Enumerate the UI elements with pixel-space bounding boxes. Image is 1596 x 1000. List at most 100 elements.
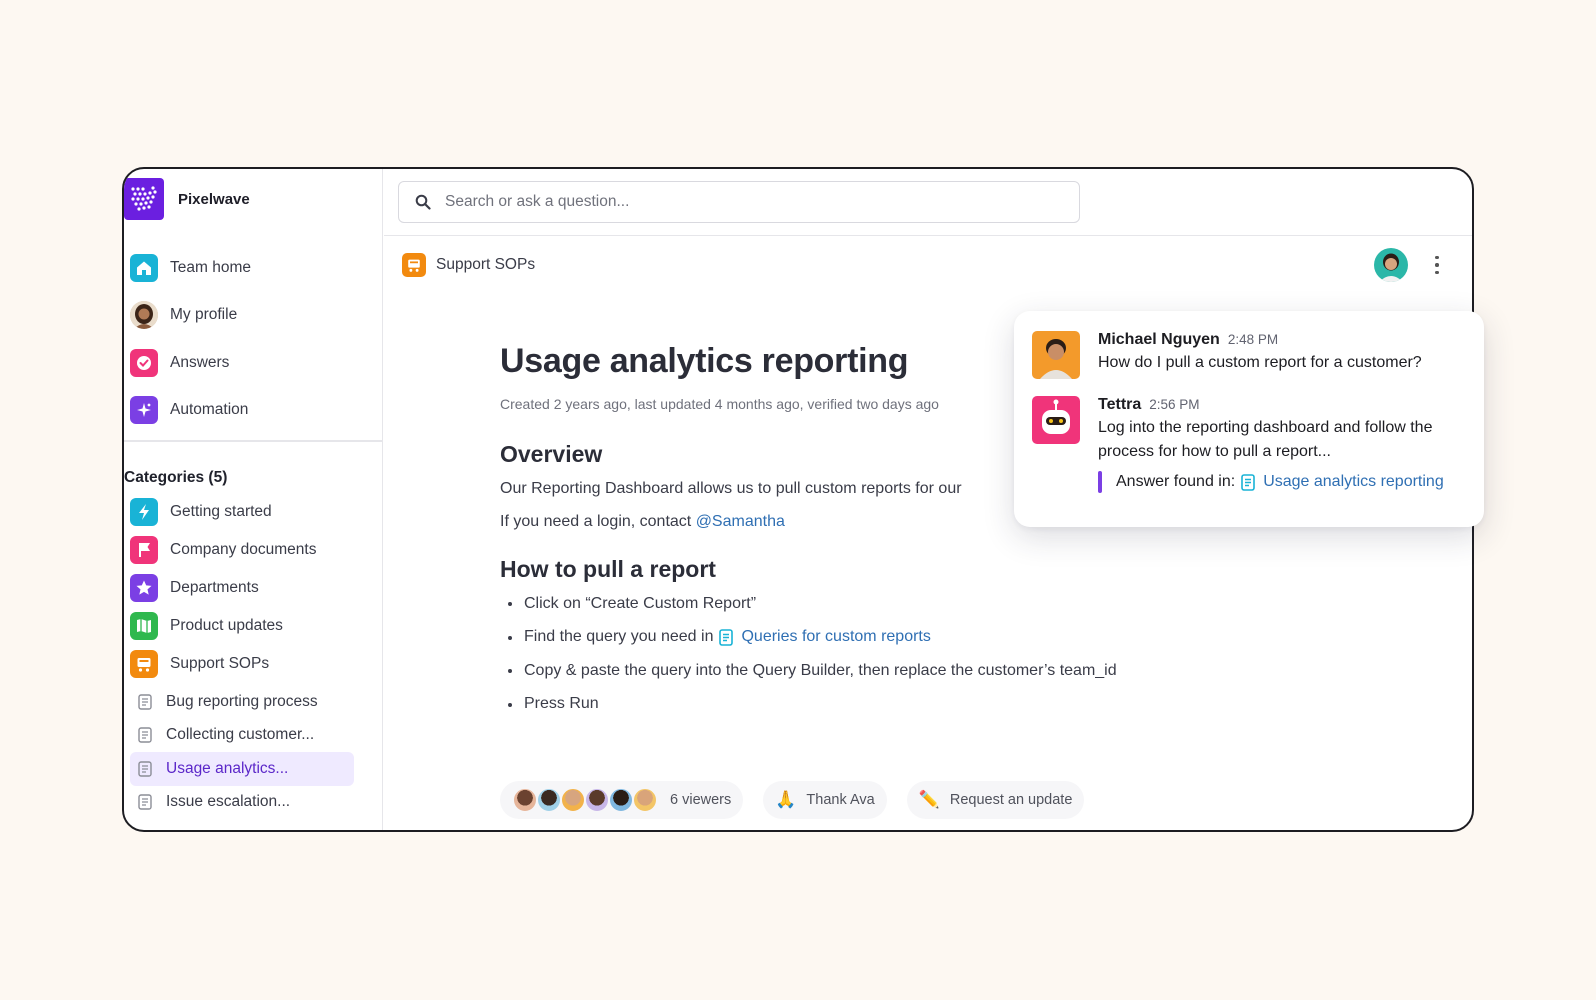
document-icon	[138, 694, 152, 710]
star-icon	[130, 574, 158, 602]
step-text: Click on “Create Custom Report”	[524, 594, 757, 612]
nav-item-automation[interactable]: Automation	[130, 387, 370, 435]
chat-check-icon	[130, 348, 158, 377]
nav-label: My profile	[170, 306, 238, 324]
login-paragraph: If you need a login, contact @Samantha	[500, 513, 785, 531]
doc-label: Bug reporting process	[166, 692, 318, 710]
avatar	[632, 787, 658, 813]
pray-icon: 🙏	[775, 790, 797, 809]
step-text: Copy & paste the query into the Query Bu…	[524, 661, 1117, 679]
avatar	[608, 787, 634, 813]
map-icon	[130, 612, 158, 640]
chat-popup: Michael Nguyen 2:48 PM How do I pull a c…	[1014, 311, 1484, 527]
howto-heading: How to pull a report	[500, 556, 716, 582]
sidebar: Pixelwave Team home My profile Answers A…	[124, 169, 383, 830]
timestamp: 2:56 PM	[1149, 397, 1200, 412]
category-label: Departments	[170, 579, 259, 596]
answer-bar	[1098, 471, 1102, 493]
nav-item-my-profile[interactable]: My profile	[130, 292, 370, 340]
document-icon	[138, 794, 152, 810]
doc-label: Usage analytics...	[166, 759, 289, 777]
nav-label: Answers	[170, 353, 230, 371]
mention-samantha[interactable]: @Samantha	[696, 513, 785, 530]
overview-heading: Overview	[500, 441, 603, 467]
message-text: Log into the reporting dashboard and fol…	[1098, 419, 1433, 460]
viewers-button[interactable]: 6 viewers	[500, 781, 744, 819]
document-icon	[1241, 473, 1255, 491]
sender-name: Tettra	[1098, 396, 1142, 413]
steps-list: Click on “Create Custom Report” Find the…	[508, 587, 1117, 721]
list-item: Press Run	[508, 688, 1117, 722]
step-text: Find the query you need in	[524, 628, 714, 646]
doc-list: Bug reporting process Collecting custome…	[130, 685, 354, 819]
answer-source: Answer found in: Usage analytics reporti…	[1098, 471, 1458, 493]
category-company-documents[interactable]: Company documents	[130, 531, 370, 569]
avatar	[536, 787, 562, 813]
doc-item-bug-reporting[interactable]: Bug reporting process	[130, 685, 354, 719]
search-icon	[415, 194, 431, 210]
search-bar[interactable]	[398, 181, 1080, 223]
nav-label: Team home	[170, 258, 251, 276]
login-text: If you need a login, contact	[500, 513, 696, 530]
cart-icon	[130, 650, 158, 678]
overview-text: Our Reporting Dashboard allows us to pul…	[500, 480, 962, 497]
doc-item-collecting-customer[interactable]: Collecting customer...	[130, 719, 354, 753]
nav-label: Automation	[170, 401, 249, 419]
nav-item-answers[interactable]: Answers	[130, 339, 370, 387]
doc-item-issue-escalation[interactable]: Issue escalation...	[130, 786, 354, 820]
thank-button[interactable]: 🙏 Thank Ava	[763, 781, 887, 819]
avatar	[584, 787, 610, 813]
viewer-avatars	[512, 787, 658, 813]
breadcrumb-label: Support SOPs	[436, 256, 536, 273]
doc-label: Collecting customer...	[166, 726, 315, 744]
doc-footer: 6 viewers 🙏 Thank Ava ✏️ Request an upda…	[500, 781, 1085, 819]
categories-heading: Categories (5)	[124, 469, 228, 486]
header-divider	[384, 235, 1472, 236]
chat-message: Michael Nguyen 2:48 PM How do I pull a c…	[1032, 331, 1422, 379]
timestamp: 2:48 PM	[1227, 332, 1279, 347]
more-options-icon[interactable]	[1428, 251, 1446, 279]
message-body: Michael Nguyen 2:48 PM How do I pull a c…	[1098, 331, 1422, 379]
doc-label: Issue escalation...	[166, 793, 291, 811]
bolt-icon	[130, 498, 158, 526]
brand[interactable]: Pixelwave	[124, 177, 250, 221]
document-icon	[719, 628, 734, 646]
sidebar-divider	[124, 440, 383, 442]
queries-link[interactable]: Queries for custom reports	[741, 628, 930, 646]
category-label: Getting started	[170, 503, 272, 520]
category-list: Getting started Company documents Depart…	[130, 493, 370, 683]
category-support-sops[interactable]: Support SOPs	[130, 645, 370, 683]
message-body: Tettra 2:56 PM Log into the reporting da…	[1098, 396, 1458, 493]
category-getting-started[interactable]: Getting started	[130, 493, 370, 531]
tettra-bot-avatar	[1032, 396, 1080, 444]
page-title: Usage analytics reporting	[500, 342, 909, 380]
category-product-updates[interactable]: Product updates	[130, 607, 370, 645]
avatar	[130, 301, 158, 330]
brand-name: Pixelwave	[178, 190, 250, 208]
doc-meta: Created 2 years ago, last updated 4 mont…	[500, 396, 939, 412]
pixelwave-logo	[124, 178, 164, 220]
pencil-icon: ✏️	[918, 790, 940, 809]
search-input[interactable]	[445, 193, 1005, 211]
category-label: Support SOPs	[170, 655, 270, 672]
doc-item-usage-analytics[interactable]: Usage analytics...	[130, 752, 354, 786]
avatar	[1032, 331, 1080, 379]
list-item: Find the query you need in Queries for c…	[508, 621, 1117, 655]
answer-link[interactable]: Usage analytics reporting	[1263, 473, 1444, 491]
category-departments[interactable]: Departments	[130, 569, 370, 607]
sparkle-icon	[130, 396, 158, 425]
category-label: Product updates	[170, 617, 283, 634]
list-item: Click on “Create Custom Report”	[508, 587, 1117, 621]
request-update-button[interactable]: ✏️ Request an update	[906, 781, 1085, 819]
main-nav: Team home My profile Answers Automation	[130, 244, 370, 434]
thank-label: Thank Ava	[806, 792, 875, 808]
document-icon	[138, 727, 152, 743]
chat-message: Tettra 2:56 PM Log into the reporting da…	[1032, 396, 1458, 493]
user-avatar[interactable]	[1374, 248, 1408, 282]
nav-item-team-home[interactable]: Team home	[130, 244, 370, 292]
category-label: Company documents	[170, 541, 317, 558]
sender-name: Michael Nguyen	[1098, 331, 1220, 348]
breadcrumb[interactable]: Support SOPs	[402, 253, 535, 277]
answer-label: Answer found in:	[1116, 473, 1236, 490]
request-label: Request an update	[949, 792, 1073, 808]
